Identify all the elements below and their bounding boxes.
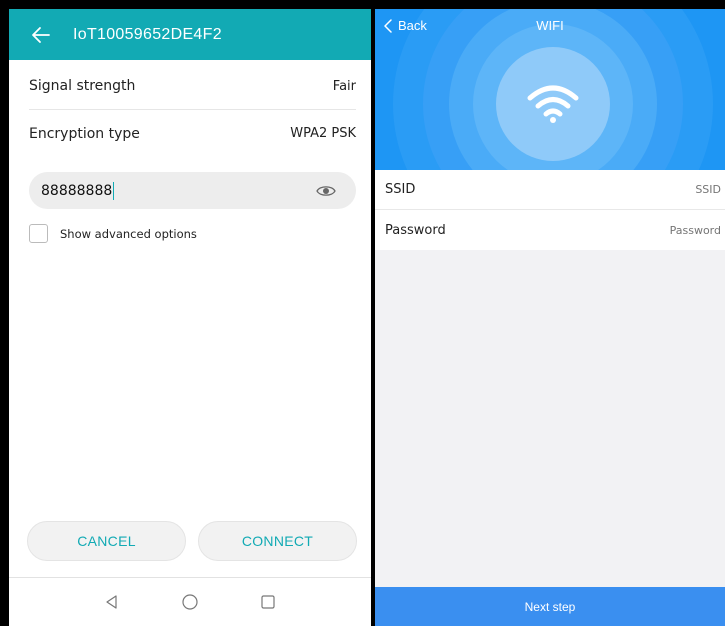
eye-icon[interactable]: [316, 184, 336, 198]
screenshot-frame: IoT10059652DE4F2 Signal strength Fair En…: [0, 0, 725, 626]
android-wifi-screen: IoT10059652DE4F2 Signal strength Fair En…: [9, 9, 371, 626]
advanced-options-checkbox[interactable]: [29, 224, 48, 243]
ssid-label: SSID: [385, 182, 416, 197]
home-circle-icon[interactable]: [181, 593, 199, 611]
connect-button[interactable]: CONNECT: [198, 521, 357, 561]
signal-strength-value: Fair: [332, 78, 356, 94]
password-row: Password: [375, 210, 725, 250]
advanced-options-label: Show advanced options: [60, 226, 197, 241]
wifi-icon: [527, 85, 579, 123]
recents-square-icon[interactable]: [259, 593, 277, 611]
password-input-text[interactable]: 88888888: [41, 183, 112, 199]
password-label: Password: [385, 222, 446, 238]
cancel-button[interactable]: CANCEL: [27, 521, 186, 561]
wifi-header: Back WIFI: [375, 9, 725, 170]
app-wifi-setup-screen: Back WIFI SSID Password Next: [375, 9, 725, 626]
encryption-type-row: Encryption type WPA2 PSK: [29, 110, 356, 157]
encryption-type-label: Encryption type: [29, 125, 140, 142]
encryption-type-value: WPA2 PSK: [290, 126, 356, 141]
system-navigation-bar: [9, 577, 371, 626]
advanced-options-row[interactable]: Show advanced options: [29, 224, 371, 243]
arrow-left-icon[interactable]: [29, 23, 53, 47]
app-bar: IoT10059652DE4F2: [9, 9, 371, 60]
wifi-credentials-form: SSID Password: [375, 170, 725, 250]
back-triangle-icon[interactable]: [103, 593, 121, 611]
password-field[interactable]: 88888888: [29, 172, 356, 209]
ssid-row: SSID: [375, 170, 725, 210]
wifi-badge: [496, 47, 610, 161]
signal-strength-row: Signal strength Fair: [29, 63, 356, 110]
network-name-title: IoT10059652DE4F2: [73, 25, 222, 43]
ssid-input[interactable]: [571, 183, 721, 196]
dialog-buttons: CANCEL CONNECT: [27, 521, 357, 561]
signal-strength-label: Signal strength: [29, 78, 136, 94]
password-input[interactable]: [571, 223, 721, 237]
text-cursor: [113, 181, 115, 200]
next-step-button[interactable]: Next step: [375, 587, 725, 626]
screen-title: WIFI: [536, 18, 564, 33]
